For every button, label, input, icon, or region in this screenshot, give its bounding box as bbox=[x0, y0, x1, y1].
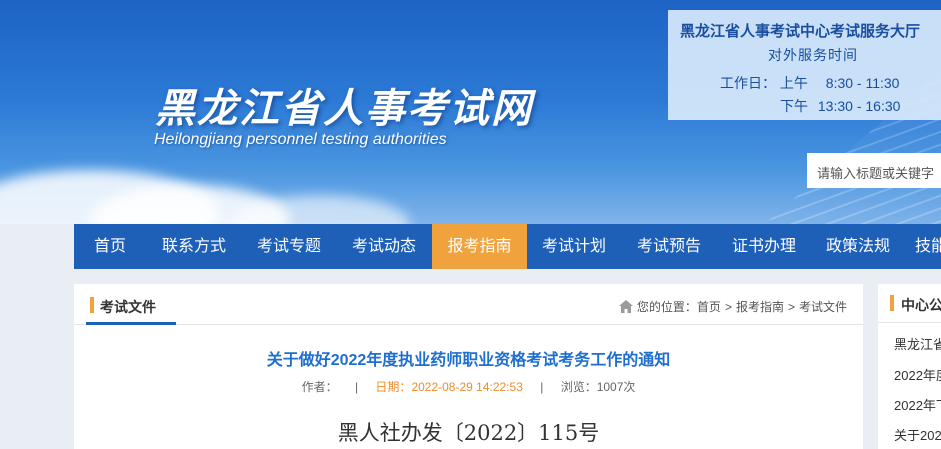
workday-label: 工作日： bbox=[720, 75, 776, 91]
nav-item-preview[interactable]: 考试预告 bbox=[621, 224, 717, 269]
site-title[interactable]: 黑龙江省人事考试网 bbox=[155, 76, 533, 134]
pm-time: 13:30 - 16:30 bbox=[817, 98, 901, 114]
views-label: 浏览： bbox=[560, 380, 597, 394]
date-label: 日期： bbox=[375, 380, 412, 394]
nav-item-contact[interactable]: 联系方式 bbox=[146, 224, 242, 269]
author-label: 作者： bbox=[301, 380, 338, 394]
notice-panel: 中心公告 黑龙江省 2022年度 2022年下 关于2022 bbox=[878, 284, 941, 449]
panel-header: 考试文件 您的位置： 首页 > 报考指南 > 考试文件 bbox=[74, 284, 863, 325]
article-date: 2022-08-29 14:22:53 bbox=[411, 380, 523, 394]
meta-divider: | bbox=[540, 380, 544, 394]
side-title: 中心公告 bbox=[901, 297, 941, 313]
nav-item-certificate[interactable]: 证书办理 bbox=[717, 224, 811, 269]
breadcrumb-guide[interactable]: 报考指南 bbox=[736, 298, 784, 315]
am-time: 8:30 - 11:30 bbox=[825, 75, 900, 91]
article-panel: 考试文件 您的位置： 首页 > 报考指南 > 考试文件 关于做好2022年度执业… bbox=[74, 284, 863, 449]
home-icon bbox=[618, 300, 633, 313]
nav-item-home[interactable]: 首页 bbox=[74, 224, 146, 269]
breadcrumb-current[interactable]: 考试文件 bbox=[799, 298, 847, 315]
nav-item-news[interactable]: 考试动态 bbox=[336, 224, 432, 269]
notice-item[interactable]: 2022年度 bbox=[894, 365, 941, 384]
service-title: 黑龙江省人事考试中心考试服务大厅 bbox=[680, 23, 921, 40]
section-title: 考试文件 bbox=[100, 299, 156, 315]
nav-item-topics[interactable]: 考试专题 bbox=[242, 224, 336, 269]
notice-item[interactable]: 黑龙江省 bbox=[894, 334, 941, 353]
service-subtitle: 对外服务时间 bbox=[768, 47, 858, 63]
article-title: 关于做好2022年度执业药师职业资格考试考务工作的通知 bbox=[266, 352, 671, 369]
side-divider bbox=[878, 322, 941, 323]
breadcrumb: 您的位置： 首页 > 报考指南 > 考试文件 bbox=[618, 298, 847, 315]
nav-item-skills[interactable]: 技能 bbox=[905, 224, 941, 269]
site-subtitle: Heilongjiang personnel testing authoriti… bbox=[154, 131, 447, 148]
header-banner: 黑龙江省人事考试网 Heilongjiang personnel testing… bbox=[0, 0, 941, 224]
breadcrumb-home[interactable]: 首页 bbox=[697, 298, 721, 315]
document-number: 黑人社办发〔2022〕115号 bbox=[337, 421, 600, 445]
breadcrumb-prefix: 您的位置： bbox=[636, 300, 697, 314]
article-meta: 作者： | 日期：2022-08-29 14:22:53 | 浏览：1007次 bbox=[74, 378, 863, 395]
search-input[interactable]: 请输入标题或关键字 bbox=[807, 153, 941, 188]
nav-item-policy[interactable]: 政策法规 bbox=[811, 224, 905, 269]
nav-item-guide[interactable]: 报考指南 bbox=[432, 224, 527, 269]
section-underline bbox=[86, 322, 176, 325]
breadcrumb-separator: > bbox=[787, 299, 795, 314]
side-accent-bar bbox=[890, 295, 894, 311]
service-pm-row: 下午 13:30 - 16:30 bbox=[780, 96, 941, 116]
service-am-row: 工作日： 上午 8:30 - 11:30 bbox=[720, 73, 941, 93]
notice-item[interactable]: 2022年下 bbox=[894, 395, 941, 414]
section-accent-bar bbox=[90, 297, 94, 313]
meta-divider: | bbox=[354, 380, 359, 394]
nav-item-plan[interactable]: 考试计划 bbox=[527, 224, 621, 269]
main-nav: 首页 联系方式 考试专题 考试动态 报考指南 考试计划 考试预告 证书办理 政策… bbox=[74, 224, 941, 269]
views-count: 1007次 bbox=[596, 380, 636, 394]
am-label: 上午 bbox=[779, 75, 808, 91]
pm-label: 下午 bbox=[780, 98, 808, 114]
breadcrumb-separator: > bbox=[724, 299, 732, 314]
service-hours-box: 黑龙江省人事考试中心考试服务大厅 对外服务时间 工作日： 上午 8:30 - 1… bbox=[668, 10, 941, 120]
notice-item[interactable]: 关于2022 bbox=[894, 425, 941, 444]
